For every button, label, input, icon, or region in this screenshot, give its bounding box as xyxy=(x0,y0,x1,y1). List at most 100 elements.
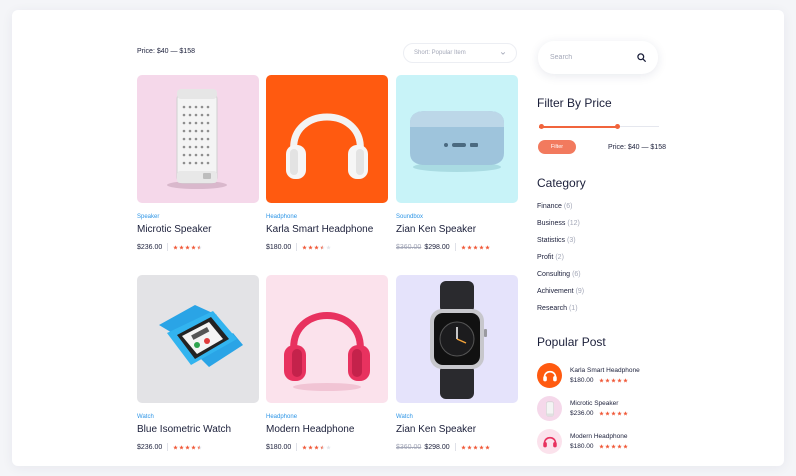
post-title[interactable]: Modern Headphone xyxy=(570,433,628,440)
divider xyxy=(167,443,169,451)
rating-stars xyxy=(598,378,628,383)
post-title[interactable]: Karla Smart Headphone xyxy=(570,367,640,374)
product-image[interactable] xyxy=(137,75,259,203)
product-card[interactable]: Headphone Modern Headphone $180.00 xyxy=(266,275,388,451)
star-icon xyxy=(185,444,191,450)
product-image[interactable] xyxy=(396,275,518,403)
filter-button[interactable]: Filter xyxy=(538,140,576,154)
price-slider[interactable] xyxy=(539,124,659,130)
rating-stars xyxy=(173,244,203,250)
category-item[interactable]: Achivement (9) xyxy=(537,288,584,305)
product-price: $236.00 xyxy=(137,243,163,251)
post-price: $236.00 xyxy=(570,410,594,417)
star-icon xyxy=(622,444,628,449)
star-icon xyxy=(197,244,203,250)
headphone-icon xyxy=(286,113,368,179)
product-card[interactable]: Speaker Microtic Speaker $236.00 xyxy=(137,75,259,251)
category-name: Consulting xyxy=(537,271,571,278)
product-name[interactable]: Blue Isometric Watch xyxy=(137,424,259,435)
star-icon xyxy=(460,244,466,250)
category-item[interactable]: Research (1) xyxy=(537,305,584,322)
popular-post-item[interactable]: Karla Smart Headphone $180.00 xyxy=(537,363,640,388)
star-icon xyxy=(622,411,628,416)
search-input[interactable] xyxy=(550,54,630,61)
star-icon xyxy=(472,444,478,450)
category-title: Category xyxy=(537,176,586,190)
soundbox-icon xyxy=(410,111,504,172)
slider-handle-min[interactable] xyxy=(539,124,544,129)
product-name[interactable]: Microtic Speaker xyxy=(137,224,259,235)
category-item[interactable]: Finance (6) xyxy=(537,203,584,220)
product-meta: $180.00 xyxy=(266,443,388,451)
product-card[interactable]: Soundbox Zian Ken Speaker $360.00 $298.0… xyxy=(396,75,518,251)
post-price: $180.00 xyxy=(570,443,594,450)
category-name: Statistics xyxy=(537,237,566,244)
rating-stars xyxy=(460,244,490,250)
product-category[interactable]: Watch xyxy=(396,414,518,420)
product-meta: $236.00 xyxy=(137,243,259,251)
star-icon xyxy=(460,444,466,450)
category-name: Research xyxy=(537,305,567,312)
product-card[interactable]: Headphone Karla Smart Headphone $180.00 xyxy=(266,75,388,251)
product-name[interactable]: Zian Ken Speaker xyxy=(396,424,518,435)
sort-select[interactable]: Short: Popular Item xyxy=(403,43,517,63)
product-card[interactable]: Watch Zian Ken Speaker $360.00 $298.00 xyxy=(396,275,518,451)
product-price: $180.00 xyxy=(266,443,292,451)
post-thumbnail[interactable] xyxy=(537,363,562,388)
category-item[interactable]: Statistics (3) xyxy=(537,237,584,254)
slider-handle-max[interactable] xyxy=(614,124,620,129)
search-box xyxy=(538,41,658,74)
product-image[interactable] xyxy=(137,275,259,403)
post-info: Karla Smart Headphone $180.00 xyxy=(570,367,640,384)
product-name[interactable]: Karla Smart Headphone xyxy=(266,224,388,235)
product-category[interactable]: Speaker xyxy=(137,214,259,220)
star-icon xyxy=(610,411,616,416)
category-item[interactable]: Consulting (6) xyxy=(537,271,584,288)
product-category[interactable]: Soundbox xyxy=(396,214,518,220)
star-icon xyxy=(326,244,332,250)
star-icon xyxy=(197,444,203,450)
shop-page: Price: $40 — $158 Short: Popular Item Sp… xyxy=(12,10,784,466)
popular-post-item[interactable]: Microtic Speaker $236.00 xyxy=(537,396,628,421)
divider xyxy=(167,243,169,251)
star-icon xyxy=(478,244,484,250)
post-meta: $180.00 xyxy=(570,443,628,450)
product-image[interactable] xyxy=(266,275,388,403)
rating-stars xyxy=(598,411,628,416)
divider xyxy=(296,443,298,451)
headphone-icon xyxy=(284,312,370,391)
product-meta: $360.00 $298.00 xyxy=(396,243,518,251)
product-name[interactable]: Zian Ken Speaker xyxy=(396,224,518,235)
product-category[interactable]: Headphone xyxy=(266,214,388,220)
star-icon xyxy=(179,244,185,250)
product-old-price: $360.00 xyxy=(396,243,422,251)
star-icon xyxy=(320,444,326,450)
star-icon xyxy=(598,378,604,383)
product-image[interactable] xyxy=(266,75,388,203)
product-card[interactable]: Watch Blue Isometric Watch $236.00 xyxy=(137,275,259,451)
product-image[interactable] xyxy=(396,75,518,203)
category-count: (2) xyxy=(555,254,564,261)
post-thumbnail[interactable] xyxy=(537,429,562,454)
product-name[interactable]: Modern Headphone xyxy=(266,424,388,435)
product-category[interactable]: Headphone xyxy=(266,414,388,420)
star-icon xyxy=(604,378,610,383)
product-category[interactable]: Watch xyxy=(137,414,259,420)
star-icon xyxy=(191,444,197,450)
post-title[interactable]: Microtic Speaker xyxy=(570,400,628,407)
category-count: (1) xyxy=(568,305,578,312)
popular-post-item[interactable]: Modern Headphone $180.00 xyxy=(537,429,628,454)
post-thumbnail[interactable] xyxy=(537,396,562,421)
star-icon xyxy=(179,444,185,450)
star-icon xyxy=(466,244,472,250)
category-item[interactable]: Business (12) xyxy=(537,220,584,237)
rating-stars xyxy=(302,444,332,450)
category-count: (6) xyxy=(563,203,573,210)
category-item[interactable]: Profit (2) xyxy=(537,254,584,271)
product-meta: $180.00 xyxy=(266,243,388,251)
star-icon xyxy=(320,244,326,250)
star-icon xyxy=(610,378,616,383)
search-icon[interactable] xyxy=(637,53,646,62)
smartwatch-icon xyxy=(430,281,487,399)
sort-select-value: Short: Popular Item xyxy=(414,50,466,56)
